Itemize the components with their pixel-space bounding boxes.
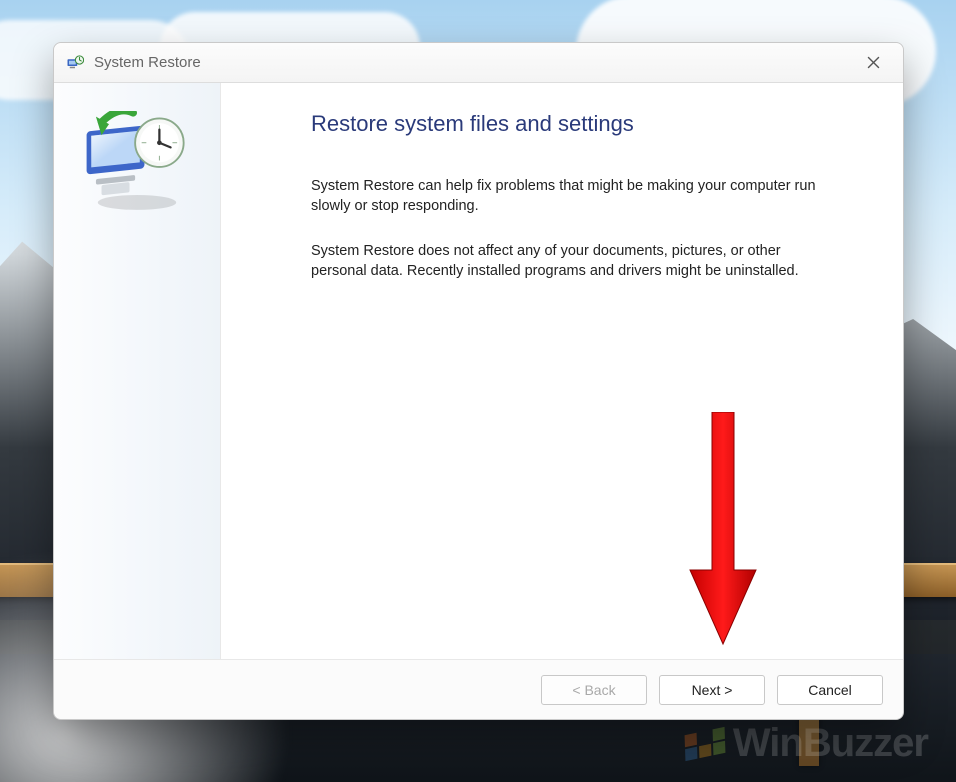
watermark: WinBuzzer [685, 721, 928, 766]
watermark-logo-icon [684, 726, 725, 760]
next-button[interactable]: Next > [659, 675, 765, 705]
titlebar[interactable]: System Restore [54, 43, 903, 83]
wizard-content: Restore system files and settings System… [221, 83, 903, 659]
system-restore-graphic-icon [81, 111, 193, 211]
wizard-sidebar [54, 83, 221, 659]
close-icon [867, 56, 880, 69]
close-button[interactable] [851, 49, 895, 77]
system-restore-icon [66, 54, 84, 72]
back-button[interactable]: < Back [541, 675, 647, 705]
window-title: System Restore [94, 54, 201, 71]
intro-paragraph-2: System Restore does not affect any of yo… [311, 242, 831, 281]
wizard-button-bar: < Back Next > Cancel [54, 659, 903, 719]
intro-paragraph-1: System Restore can help fix problems tha… [311, 177, 831, 216]
cancel-button[interactable]: Cancel [777, 675, 883, 705]
page-heading: Restore system files and settings [311, 111, 869, 137]
system-restore-dialog: System Restore [53, 42, 904, 720]
watermark-text: WinBuzzer [733, 721, 928, 766]
